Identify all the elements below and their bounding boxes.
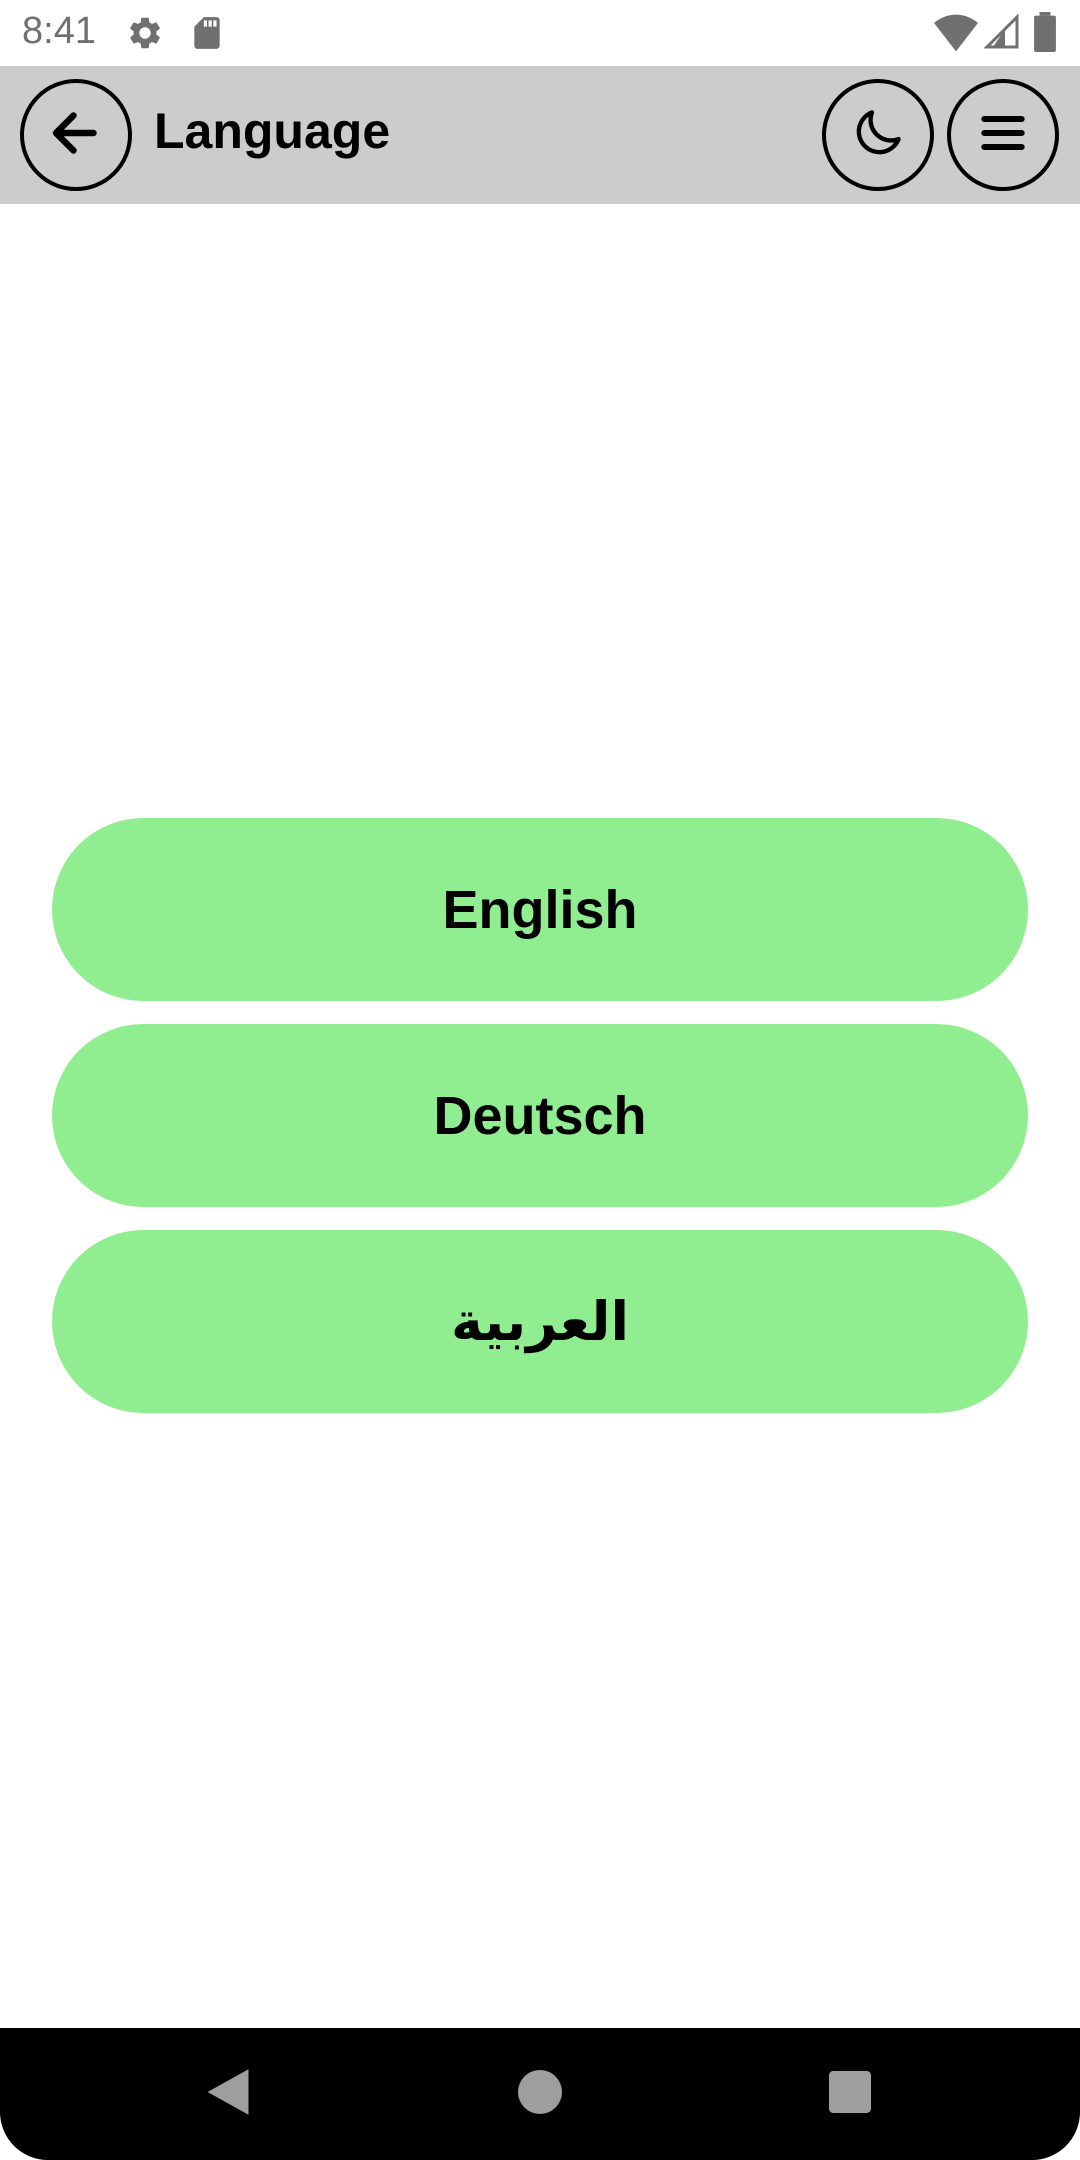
arrow-left-icon: [46, 103, 106, 167]
battery-icon: [1034, 12, 1056, 56]
language-label: Deutsch: [433, 1085, 647, 1146]
nav-recents-button[interactable]: [822, 2066, 878, 2122]
home-circle-icon: [518, 2070, 562, 2118]
language-list: English Deutsch العربية: [52, 818, 1028, 1436]
page-title: Language: [154, 103, 391, 159]
nav-home-button[interactable]: [512, 2066, 568, 2122]
language-button-english[interactable]: English: [52, 818, 1028, 1001]
back-button[interactable]: [20, 79, 132, 191]
recents-square-icon: [829, 2071, 871, 2117]
moon-icon: [849, 104, 907, 166]
status-bar: 8:41: [0, 0, 1080, 66]
back-triangle-icon: [205, 2067, 251, 2121]
menu-button[interactable]: [947, 79, 1059, 191]
language-label: English: [442, 879, 638, 940]
signal-icon: [983, 13, 1020, 54]
system-nav-bar: [0, 2028, 1080, 2160]
wifi-icon: [934, 14, 978, 56]
language-button-arabic[interactable]: العربية: [52, 1230, 1028, 1413]
theme-toggle-button[interactable]: [822, 79, 934, 191]
sd-card-icon: [188, 14, 226, 56]
app-bar: Language: [0, 66, 1080, 204]
settings-icon: [126, 14, 164, 56]
language-label: العربية: [451, 1290, 629, 1353]
hamburger-menu-icon: [975, 105, 1031, 165]
language-button-deutsch[interactable]: Deutsch: [52, 1024, 1028, 1207]
nav-back-button[interactable]: [200, 2066, 256, 2122]
language-screen: 8:41 Language English Deutsch العربية: [0, 0, 1080, 2160]
status-time: 8:41: [22, 10, 96, 52]
